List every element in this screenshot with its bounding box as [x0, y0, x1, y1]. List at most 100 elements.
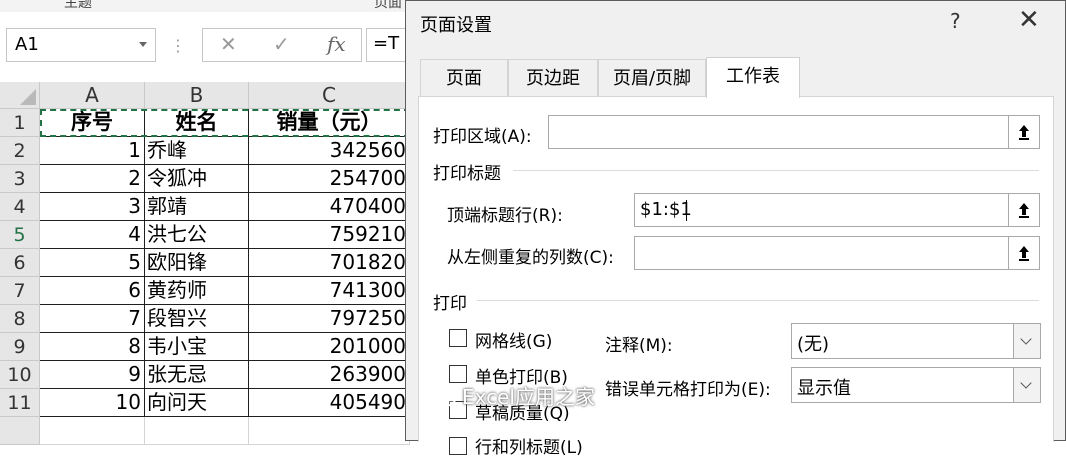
table-cell[interactable]: 韦小宝: [145, 333, 249, 361]
formula-bar-grip-icon: ⋮: [170, 36, 186, 55]
select-all-triangle-icon: [20, 89, 36, 105]
table-cell[interactable]: 令狐冲: [145, 165, 249, 193]
table-cell[interactable]: 张无忌: [145, 361, 249, 389]
table-cell[interactable]: 201000: [249, 333, 410, 361]
insert-function-icon[interactable]: fx: [327, 32, 346, 56]
print-area-label: 打印区域(A):: [433, 127, 532, 147]
wechat-icon: [429, 387, 456, 407]
gridlines-label: 网格线(G): [475, 332, 553, 352]
dialog-title: 页面设置: [420, 15, 492, 36]
row-header[interactable]: 5: [0, 221, 40, 249]
chevron-down-icon[interactable]: [139, 42, 147, 47]
errors-dropdown-button[interactable]: [1013, 367, 1041, 403]
table-cell[interactable]: 1: [40, 137, 145, 165]
column-header-b[interactable]: B: [145, 82, 249, 109]
table-cell[interactable]: 10: [40, 389, 145, 417]
row-header[interactable]: 11: [0, 389, 40, 417]
formula-value: =T: [373, 33, 400, 54]
errors-label: 错误单元格打印为(E):: [605, 380, 771, 400]
cell-b1[interactable]: 姓名: [145, 109, 249, 137]
row-col-headings-checkbox[interactable]: [449, 437, 467, 455]
table-cell[interactable]: 263900: [249, 361, 410, 389]
formula-input[interactable]: =T: [366, 28, 410, 62]
close-button[interactable]: ✕: [1018, 5, 1040, 35]
table-cell[interactable]: 2: [40, 165, 145, 193]
comments-dropdown-button[interactable]: [1013, 323, 1041, 359]
collapse-dialog-print-area-button[interactable]: [1008, 115, 1040, 149]
collapse-dialog-left-cols-button[interactable]: [1008, 236, 1040, 270]
row-col-headings-label: 行和列标题(L): [475, 438, 583, 458]
text-cursor: [686, 200, 687, 221]
table-cell[interactable]: 342560: [249, 137, 410, 165]
tab-margins[interactable]: 页边距: [508, 59, 598, 96]
cell-a1[interactable]: 序号: [40, 109, 145, 137]
chevron-down-icon: [1020, 377, 1032, 389]
left-cols-input[interactable]: [634, 236, 1040, 270]
table-cell[interactable]: 3: [40, 193, 145, 221]
comments-value: (无): [797, 334, 830, 355]
table-cell[interactable]: 7: [40, 305, 145, 333]
table-cell[interactable]: 797250: [249, 305, 410, 333]
comments-label: 注释(M):: [605, 336, 673, 356]
table-cell[interactable]: 4: [40, 221, 145, 249]
table-cell[interactable]: 701820: [249, 249, 410, 277]
row-header[interactable]: 8: [0, 305, 40, 333]
row-header[interactable]: 6: [0, 249, 40, 277]
comments-select[interactable]: (无): [791, 323, 1041, 359]
row-header[interactable]: 7: [0, 277, 40, 305]
row-header[interactable]: 4: [0, 193, 40, 221]
help-button[interactable]: ?: [950, 9, 961, 33]
table-cell[interactable]: 759210: [249, 221, 410, 249]
cancel-icon[interactable]: ✕: [220, 32, 237, 56]
page-setup-dialog: 页面设置 ? ✕ 页面 页边距 页眉/页脚 工作表 打印区域(A): 打印标题 …: [405, 0, 1066, 458]
left-cols-label: 从左侧重复的列数(C):: [447, 248, 614, 268]
table-cell[interactable]: 405490: [249, 389, 410, 417]
tab-page[interactable]: 页面: [420, 59, 508, 96]
column-header-a[interactable]: A: [40, 82, 145, 109]
errors-select[interactable]: 显示值: [791, 367, 1041, 403]
ribbon-theme-label: 主题: [64, 0, 92, 11]
table-cell[interactable]: 741300: [249, 277, 410, 305]
row-header[interactable]: 2: [0, 137, 40, 165]
table-cell[interactable]: 段智兴: [145, 305, 249, 333]
print-group-label: 打印: [433, 294, 467, 314]
tab-sheet[interactable]: 工作表: [706, 57, 800, 98]
collapse-arrow-icon: [1019, 125, 1029, 140]
table-cell[interactable]: 洪七公: [145, 221, 249, 249]
table-cell[interactable]: 9: [40, 361, 145, 389]
divider: [477, 300, 1039, 301]
table-cell[interactable]: 欧阳锋: [145, 249, 249, 277]
formula-buttons: ✕ ✓ fx: [202, 28, 362, 62]
table-cell[interactable]: 黄药师: [145, 277, 249, 305]
tab-header-footer[interactable]: 页眉/页脚: [598, 59, 706, 96]
table-cell[interactable]: 5: [40, 249, 145, 277]
table-cell[interactable]: 乔峰: [145, 137, 249, 165]
table-cell[interactable]: 郭靖: [145, 193, 249, 221]
select-all-button[interactable]: [0, 82, 40, 109]
print-area-input[interactable]: [548, 115, 1040, 149]
ribbon-page-label: 页面: [374, 0, 402, 11]
collapse-dialog-top-rows-button[interactable]: [1008, 193, 1040, 227]
name-box[interactable]: A1: [6, 28, 156, 62]
enter-icon[interactable]: ✓: [273, 32, 290, 56]
table-cell[interactable]: 6: [40, 277, 145, 305]
divider: [513, 170, 1039, 171]
gridlines-checkbox[interactable]: [449, 329, 467, 347]
row-header[interactable]: 9: [0, 333, 40, 361]
top-rows-value: $1:$1: [640, 199, 692, 220]
row-header[interactable]: 3: [0, 165, 40, 193]
name-box-value: A1: [15, 34, 39, 55]
table-cell[interactable]: 向问天: [145, 389, 249, 417]
table-cell[interactable]: 8: [40, 333, 145, 361]
collapse-arrow-icon: [1019, 203, 1029, 218]
column-header-c[interactable]: C: [249, 82, 410, 109]
top-rows-input[interactable]: $1:$1: [634, 193, 1040, 227]
table-cell[interactable]: 254700: [249, 165, 410, 193]
row-header[interactable]: 10: [0, 361, 40, 389]
row-header[interactable]: 1: [0, 109, 40, 137]
cell-c1[interactable]: 销量（元）: [249, 109, 410, 137]
table-cell[interactable]: 470400: [249, 193, 410, 221]
collapse-arrow-icon: [1019, 246, 1029, 261]
watermark: Excel应用之家: [428, 381, 595, 410]
top-rows-label: 顶端标题行(R):: [447, 206, 563, 226]
